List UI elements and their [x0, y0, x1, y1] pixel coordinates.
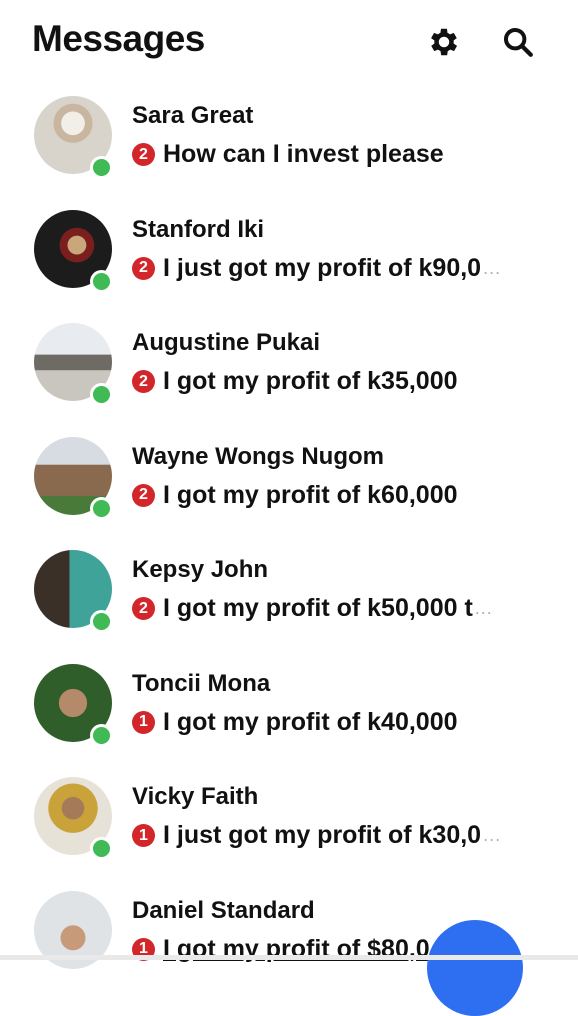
online-status-dot — [90, 723, 113, 747]
unread-count-badge: 1 — [132, 710, 155, 734]
online-status-dot — [90, 269, 113, 293]
message-preview: 1 I got my profit of k40,000 — [132, 708, 522, 737]
conversation-row[interactable]: Toncii Mona 1 I got my profit of k40,000 — [0, 656, 578, 770]
contact-name: Sara Great — [132, 102, 254, 129]
conversation-row[interactable]: Kepsy John 2 I got my profit of k50,000 … — [0, 542, 578, 656]
contact-name: Kepsy John — [132, 556, 269, 583]
settings-button[interactable] — [424, 22, 464, 62]
new-message-fab[interactable] — [427, 920, 523, 1016]
gear-icon — [431, 28, 458, 56]
contact-name: Toncii Mona — [132, 669, 271, 697]
page-title: Messages — [32, 18, 205, 59]
conversation-row[interactable]: Augustine Pukai 2 I got my profit of k35… — [0, 315, 578, 429]
contact-name: Vicky Faith — [132, 783, 259, 810]
contact-name: Stanford Iki — [132, 215, 265, 243]
online-status-dot — [90, 837, 113, 860]
unread-count-badge: 2 — [132, 597, 155, 620]
truncation-ellipsis: ... — [483, 257, 502, 278]
bottom-bar — [0, 955, 578, 960]
message-preview: 2 I just got my profit of k90,0 ... — [132, 254, 522, 283]
online-status-dot — [90, 496, 113, 520]
unread-count-badge: 2 — [132, 370, 155, 393]
search-button[interactable] — [498, 22, 538, 62]
preview-text: I got my profit of k60,000 — [163, 480, 458, 509]
unread-count-badge: 2 — [132, 483, 155, 507]
message-preview: 2 How can I invest please — [132, 140, 522, 169]
message-preview: 2 I got my profit of k50,000 t ... — [132, 594, 522, 623]
message-preview: 2 I got my profit of k60,000 — [132, 481, 522, 510]
preview-text: I just got my profit of k30,0 — [163, 821, 482, 849]
unread-count-badge: 2 — [132, 143, 155, 166]
contact-name: Augustine Pukai — [132, 329, 321, 356]
conversation-row[interactable]: Stanford Iki 2 I just got my profit of k… — [0, 202, 578, 316]
contact-name: Wayne Wongs Nugom — [132, 442, 384, 470]
online-status-dot — [90, 156, 113, 179]
conversation-row[interactable]: Sara Great 2 How can I invest please — [0, 88, 578, 202]
preview-text: How can I invest please — [163, 140, 444, 168]
online-status-dot — [90, 610, 113, 633]
message-preview: 2 I got my profit of k35,000 — [132, 367, 522, 396]
header: Messages — [0, 0, 578, 84]
preview-text: I got my profit of k40,000 — [163, 707, 458, 736]
conversation-row[interactable]: Wayne Wongs Nugom 2 I got my profit of k… — [0, 429, 578, 543]
message-preview: 1 I just got my profit of k30,0 ... — [132, 821, 522, 850]
conversation-row[interactable]: Vicky Faith 1 I just got my profit of k3… — [0, 769, 578, 883]
preview-text: I got my profit of k50,000 t — [163, 594, 473, 622]
unread-count-badge: 2 — [132, 256, 155, 280]
contact-name: Daniel Standard — [132, 896, 315, 924]
unread-count-badge: 1 — [132, 824, 155, 847]
preview-text: I got my profit of k35,000 — [163, 367, 458, 395]
online-status-dot — [90, 383, 113, 406]
conversation-list: Sara Great 2 How can I invest please Sta… — [0, 88, 578, 996]
preview-text: I just got my profit of k90,0 — [163, 253, 482, 282]
truncation-ellipsis: ... — [483, 825, 502, 845]
truncation-ellipsis: ... — [474, 598, 493, 618]
search-icon — [503, 27, 533, 57]
